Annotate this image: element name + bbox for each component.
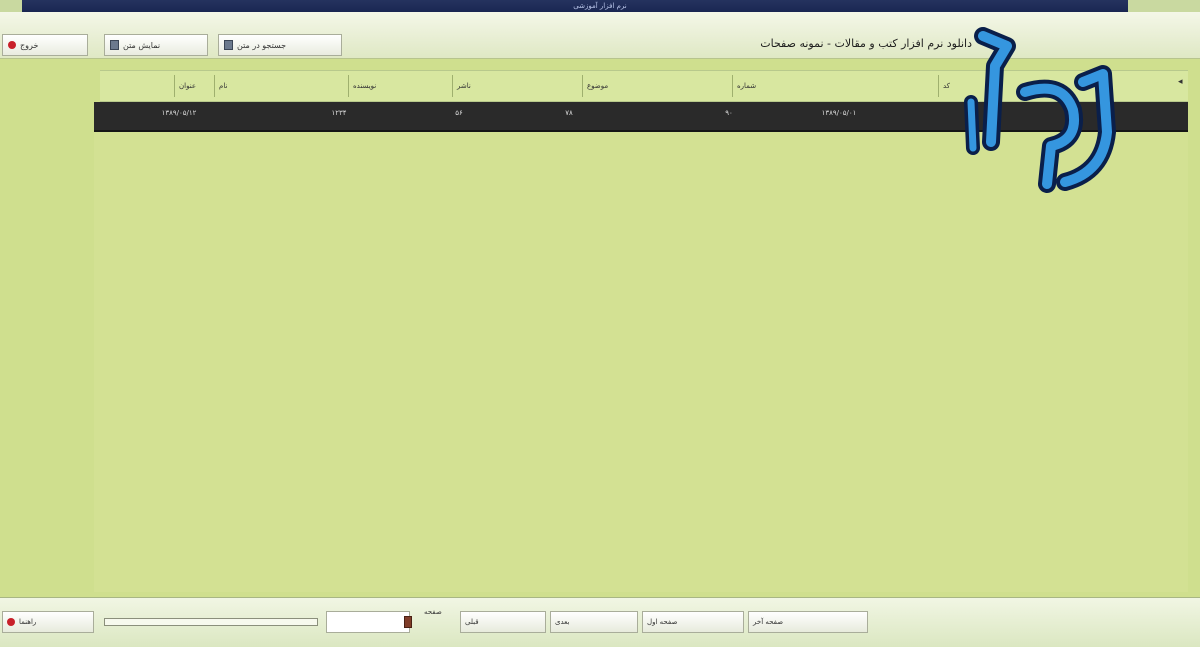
table-cell: ۱۲۳۴	[331, 109, 347, 117]
help-button-label: راهنما	[19, 618, 37, 626]
exit-button[interactable]: خروج	[2, 34, 88, 56]
column-header[interactable]: موضوع	[582, 75, 732, 97]
page-number-field[interactable]	[326, 611, 410, 633]
first-page-label: صفحه اول	[647, 618, 678, 626]
help-button[interactable]: راهنما	[2, 611, 94, 633]
column-header[interactable]: ناشر	[452, 75, 582, 97]
table-cell: ۱۳۸۹/۰۵/۰۱	[821, 109, 857, 117]
column-header[interactable]: نویسنده	[348, 75, 452, 97]
first-page-button[interactable]: صفحه اول	[642, 611, 744, 633]
exit-button-label: خروج	[20, 40, 39, 50]
column-header[interactable]: شماره	[732, 75, 938, 97]
last-page-label: صفحه آخر	[753, 618, 784, 626]
status-bar: راهنما صفحه قبلی بعدی صفحه اول صفحه آخر	[0, 597, 1200, 647]
window-title: نرم افزار آموزشی	[573, 2, 627, 10]
next-page-button[interactable]: بعدی	[550, 611, 638, 633]
window-titlebar: نرم افزار آموزشی	[0, 0, 1200, 12]
search-text-button[interactable]: جستجو در متن	[218, 34, 342, 56]
page-slider-track[interactable]	[104, 618, 318, 626]
document-icon	[110, 40, 119, 50]
next-page-label: بعدی	[555, 618, 570, 626]
titlebar-right-cap	[1128, 0, 1200, 12]
close-icon	[8, 41, 16, 49]
search-text-button-label: جستجو در متن	[237, 40, 287, 50]
column-header[interactable]: نام	[214, 75, 348, 97]
search-document-icon	[224, 40, 233, 50]
view-text-button-label: نمایش متن	[123, 40, 161, 50]
app-logo	[964, 27, 1116, 193]
prev-page-button[interactable]: قبلی	[460, 611, 546, 633]
view-text-button[interactable]: نمایش متن	[104, 34, 208, 56]
table-cell: ۹۰	[725, 109, 733, 117]
table-cell: ۵۶	[455, 109, 463, 117]
table-cell: ۱۳۸۹/۰۵/۱۲	[161, 109, 197, 117]
scroll-arrow-icon[interactable]: ◂	[1178, 77, 1188, 95]
slider-handle[interactable]	[404, 616, 412, 628]
help-icon	[7, 618, 15, 626]
table-cell: ۷۸	[565, 109, 573, 117]
column-header[interactable]: عنوان	[174, 75, 214, 97]
page-label: صفحه	[424, 608, 442, 616]
document-title: دانلود نرم افزار کتب و مقالات - نمونه صف…	[760, 37, 972, 50]
last-page-button[interactable]: صفحه آخر	[748, 611, 868, 633]
prev-page-label: قبلی	[465, 618, 479, 626]
